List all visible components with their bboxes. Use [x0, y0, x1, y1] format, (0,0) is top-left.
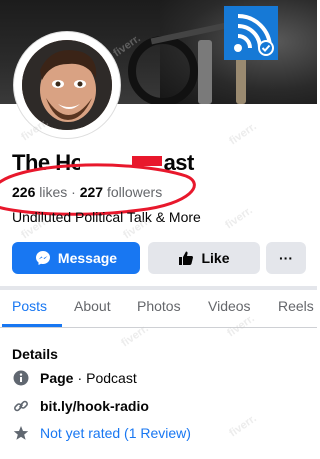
like-button[interactable]: Like: [148, 242, 260, 274]
message-button-label: Message: [57, 250, 118, 266]
star-icon: [12, 424, 30, 442]
category-separator: ·: [77, 370, 83, 386]
category-value: Podcast: [86, 370, 137, 386]
link-icon: [12, 397, 30, 415]
like-button-label: Like: [201, 250, 230, 266]
tab-reels[interactable]: Reels: [278, 298, 314, 314]
active-tab-indicator: [2, 324, 62, 327]
tab-videos[interactable]: Videos: [208, 298, 251, 314]
tab-posts[interactable]: Posts: [12, 298, 47, 314]
watermark: fiverr.: [227, 120, 259, 148]
thumbs-up-icon: [179, 251, 194, 265]
category-prefix: Page: [40, 370, 74, 386]
info-icon: [12, 369, 30, 387]
detail-category-row: Page · Podcast: [12, 368, 137, 388]
broadcast-logo-icon: [224, 6, 278, 60]
watermark: fiverr.: [223, 204, 255, 232]
more-options-icon: ···: [279, 250, 293, 266]
watermark: fiverr.: [227, 412, 259, 440]
section-divider: [0, 286, 317, 290]
details-heading: Details: [12, 346, 58, 362]
messenger-icon: [35, 251, 50, 265]
profile-picture[interactable]: [22, 40, 112, 130]
rating-link[interactable]: Not yet rated (1 Review): [40, 425, 191, 441]
tab-photos[interactable]: Photos: [137, 298, 181, 314]
detail-website-row[interactable]: bit.ly/hook-radio: [12, 396, 149, 416]
headphones-image: [128, 36, 198, 104]
profile-tabs: Posts About Photos Videos Reels: [0, 292, 317, 328]
detail-rating-row[interactable]: Not yet rated (1 Review): [12, 423, 191, 443]
microphone-image: [198, 40, 212, 104]
page-tagline: Undiluted Political Talk & More: [12, 209, 201, 225]
tab-about[interactable]: About: [74, 298, 111, 314]
website-link[interactable]: bit.ly/hook-radio: [40, 398, 149, 414]
more-options-button[interactable]: ···: [266, 242, 306, 274]
message-button[interactable]: Message: [12, 242, 140, 274]
